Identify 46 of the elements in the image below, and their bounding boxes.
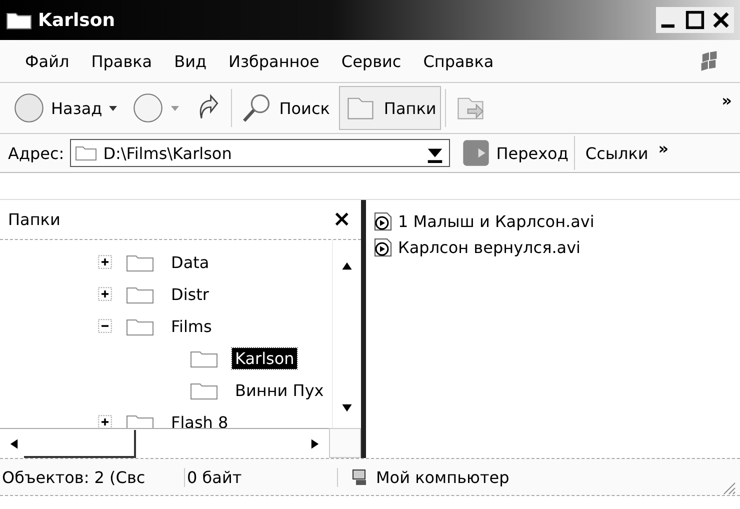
scroll-left-icon [8,436,20,450]
file-item[interactable]: Карлсон вернулся.avi [396,238,582,256]
folder-item[interactable]: Flash 8 [168,412,232,428]
more-button[interactable]: » [722,91,732,110]
video-file-icon [372,210,394,232]
menu-item[interactable]: Файл [14,52,80,70]
close-button[interactable]: × [332,207,351,232]
caret-icon [170,103,180,113]
status-text: Мой компьютер [376,468,510,486]
collapse-icon[interactable] [98,319,112,333]
address-label: Адрес: [8,144,64,162]
circle-icon [13,92,45,124]
folder-icon [6,10,32,30]
address-field[interactable]: D:\Films\Karlson [70,139,450,167]
pane-title: Папки [8,210,60,229]
video-file-icon [372,236,394,258]
menu-item[interactable]: Вид [163,52,218,70]
scroll-down-icon [340,402,354,414]
go-button[interactable]: Переход [456,136,576,170]
scroll-right-icon [309,436,321,450]
menu-item[interactable]: Правка [80,52,164,70]
status-text: Объектов: 2 (Свс [0,468,185,486]
folder-item[interactable]: Distr [168,284,212,304]
expand-icon[interactable] [98,415,112,428]
more-button[interactable]: » [658,138,669,158]
menu-item[interactable]: Справка [412,52,505,70]
file-item[interactable]: 1 Малыш и Карлсон.avi [396,212,596,230]
folder-icon [75,144,98,162]
folders-button[interactable]: Папки [338,86,442,130]
menu-item[interactable]: Избранное [218,52,330,70]
scroll-up-icon [340,260,354,272]
folder-item[interactable]: Films [168,316,215,336]
circle-icon [132,92,164,124]
caret-icon [108,103,118,113]
links-button[interactable]: Ссылки [581,144,648,162]
folder-item[interactable]: Data [168,252,212,272]
maximize-button[interactable] [684,9,706,31]
search-button[interactable]: Поиск [236,86,335,130]
folder-item[interactable]: Винни Пух [232,380,327,400]
folder-item[interactable]: Karlson [232,348,298,368]
status-text: 0 байт [185,468,338,486]
window-title: Karlson [38,10,116,30]
expand-icon[interactable] [98,287,112,301]
back-button[interactable]: Назад [8,86,124,130]
menu-item[interactable]: Сервис [330,52,412,70]
expand-icon[interactable] [98,255,112,269]
